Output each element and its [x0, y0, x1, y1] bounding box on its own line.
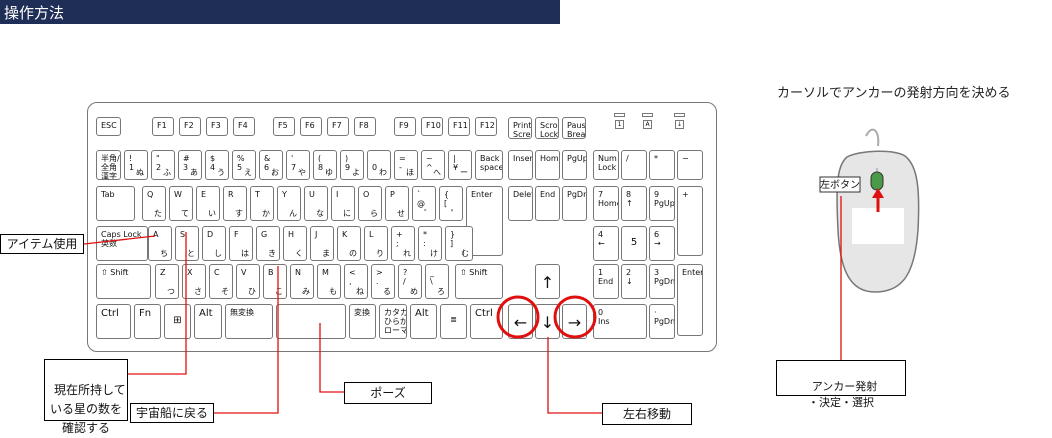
line-move — [547, 337, 602, 414]
left-button-label: 左ボタン — [820, 178, 860, 191]
arrow-key-highlights — [496, 295, 597, 339]
callout-lines — [83, 196, 842, 414]
right-key-highlight — [553, 295, 597, 339]
callout-anchor: アンカー発射 ・決定・選択 — [776, 360, 906, 409]
mouse-illustration — [836, 128, 920, 293]
callout-pause: ポーズ — [344, 382, 432, 404]
line-check-stars — [126, 232, 187, 375]
mouse-palm-area — [852, 208, 904, 244]
callout-item-use: アイテム使用 — [0, 234, 84, 254]
mouse-wheel-icon — [870, 171, 884, 191]
line-return-ship — [212, 266, 279, 414]
mouse-cable — [865, 128, 880, 147]
line-pause — [319, 323, 344, 393]
line-item-use — [83, 235, 156, 245]
callout-move: 左右移動 — [602, 403, 692, 425]
callout-return-ship: 宇宙船に戻る — [130, 403, 214, 423]
callout-check-stars: 現在所持して いる星の数を 確認する — [44, 359, 128, 435]
left-key-highlight — [496, 295, 540, 339]
